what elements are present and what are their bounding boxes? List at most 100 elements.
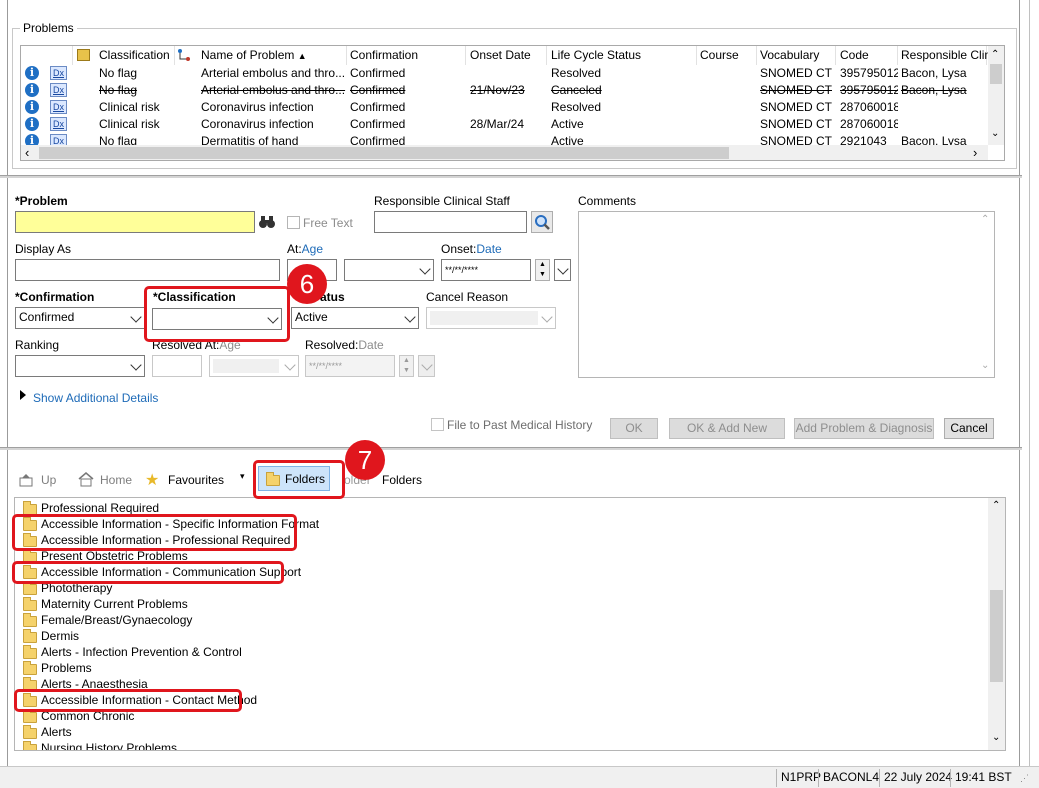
cell-confirmation: Confirmed: [350, 117, 406, 131]
add-problem-diagnosis-button[interactable]: Add Problem & Diagnosis: [794, 418, 934, 439]
problems-grid[interactable]: Classification Name of Problem ▲ Confirm…: [20, 45, 1005, 161]
dx-icon[interactable]: Dx: [50, 117, 67, 131]
up-button[interactable]: Up: [41, 473, 56, 487]
callout-6: 6: [287, 264, 327, 304]
folder-item-label: Problems: [41, 661, 92, 675]
folder-icon: [23, 645, 37, 659]
ranking-select[interactable]: [15, 355, 145, 377]
display-as-input[interactable]: [15, 259, 280, 281]
free-text-checkbox[interactable]: [287, 216, 300, 229]
onset-date-link[interactable]: Date: [476, 242, 501, 256]
outer-border: [1029, 0, 1030, 766]
col-course[interactable]: Course: [696, 46, 757, 65]
home-icon[interactable]: [77, 471, 95, 487]
onset-calendar-dropdown[interactable]: [554, 259, 571, 281]
star-icon[interactable]: ★: [145, 470, 159, 490]
folder-item[interactable]: Alerts - Infection Prevention & Control: [15, 645, 975, 661]
folders-label: Folders: [382, 473, 423, 487]
folder-scroll-up-icon[interactable]: ⌃: [992, 500, 1000, 511]
ok-add-new-button[interactable]: OK & Add New: [669, 418, 785, 439]
grid-hscroll-thumb[interactable]: [39, 147, 729, 159]
folder-item[interactable]: Maternity Current Problems: [15, 597, 975, 613]
folder-icon: [23, 629, 37, 643]
responsible-staff-input[interactable]: [374, 211, 527, 233]
folder-item[interactable]: Problems: [15, 661, 975, 677]
table-row[interactable]: i Dx Clinical risk Coronavirus infection Con…: [21, 116, 987, 133]
table-row[interactable]: i Dx No flag Arterial embolus and thro... Co…: [21, 82, 987, 99]
comments-scrollbar[interactable]: ⌃ ⌄: [978, 212, 994, 377]
col-onset-date[interactable]: Onset Date: [466, 46, 547, 65]
resolved-calendar-dropdown[interactable]: [418, 355, 435, 377]
grid-vscrollbar[interactable]: ⌃ ⌄: [988, 46, 1004, 145]
resolved-at-input[interactable]: [152, 355, 202, 377]
info-icon[interactable]: i: [25, 66, 39, 80]
folder-scroll-down-icon[interactable]: ⌄: [992, 732, 1000, 743]
at-age-link[interactable]: Age: [302, 242, 323, 256]
binoculars-icon[interactable]: [258, 213, 276, 231]
dx-icon[interactable]: Dx: [50, 100, 67, 114]
scroll-down-icon[interactable]: ⌄: [991, 128, 999, 139]
folder-icon: [23, 725, 37, 739]
folder-vscrollbar[interactable]: ⌃ ⌄: [988, 498, 1005, 750]
resolved-label: Resolved:Date: [305, 338, 384, 352]
col-vocabulary[interactable]: Vocabulary: [756, 46, 836, 65]
onset-spinner[interactable]: ▲ ▼: [535, 259, 550, 281]
resolved-spinner[interactable]: ▲ ▼: [399, 355, 414, 377]
ok-button[interactable]: OK: [610, 418, 658, 439]
cell-classification: Clinical risk: [99, 100, 160, 114]
col-code[interactable]: Code: [836, 46, 898, 65]
folder-item-label: Female/Breast/Gynaecology: [41, 613, 193, 627]
show-additional-details-link[interactable]: Show Additional Details: [33, 391, 158, 405]
col-responsible[interactable]: Responsible Clinic: [897, 46, 1000, 65]
expand-triangle-icon[interactable]: [20, 390, 26, 400]
folder-vscroll-thumb[interactable]: [990, 590, 1003, 682]
col-classification[interactable]: Classification: [95, 46, 175, 65]
folder-item[interactable]: Nursing History Problems: [15, 741, 975, 750]
favourites-dropdown-icon[interactable]: ▾: [240, 471, 245, 482]
splitter-bottom[interactable]: [0, 447, 1022, 450]
folder-item[interactable]: Female/Breast/Gynaecology: [15, 613, 975, 629]
home-button[interactable]: Home: [100, 473, 132, 487]
scroll-right-icon[interactable]: ›: [973, 145, 977, 160]
resolved-unit-select[interactable]: [209, 355, 299, 377]
resize-grip-icon[interactable]: ⋰: [1020, 773, 1032, 785]
resolved-date-link: Date: [358, 338, 384, 352]
file-past-history-checkbox[interactable]: [431, 418, 444, 431]
onset-date-input[interactable]: **/**/****: [441, 259, 531, 281]
problem-input[interactable]: [15, 211, 255, 233]
up-icon[interactable]: [18, 472, 36, 488]
status-select[interactable]: Active: [291, 307, 419, 329]
scroll-up-icon[interactable]: ⌃: [991, 49, 999, 60]
confirmation-select[interactable]: Confirmed: [15, 307, 145, 329]
cell-status: Resolved: [551, 66, 602, 80]
cell-vocab: SNOMED CT: [760, 66, 832, 80]
info-icon[interactable]: i: [25, 117, 39, 131]
grid-hscrollbar[interactable]: ‹ ›: [21, 145, 988, 160]
left-border-lower: [7, 450, 8, 766]
cell-onset: [466, 65, 547, 82]
cell-name: Arterial embolus and thro...: [201, 66, 346, 80]
col-life-cycle-status[interactable]: Life Cycle Status: [547, 46, 697, 65]
scroll-left-icon[interactable]: ‹: [25, 145, 29, 160]
info-icon[interactable]: i: [25, 100, 39, 114]
comments-textarea[interactable]: ⌃ ⌄: [578, 211, 995, 378]
resolved-date-input[interactable]: **/**/****: [305, 355, 395, 377]
cancel-reason-select[interactable]: [426, 307, 556, 329]
info-icon[interactable]: i: [25, 83, 39, 97]
search-staff-button[interactable]: [531, 211, 553, 233]
splitter-top[interactable]: [0, 175, 1022, 178]
table-row[interactable]: i Dx No flag Arterial embolus and thro... Co…: [21, 65, 987, 82]
folder-item[interactable]: Dermis: [15, 629, 975, 645]
table-row[interactable]: i Dx Clinical risk Coronavirus infection Con…: [21, 99, 987, 116]
cancel-button[interactable]: Cancel: [944, 418, 994, 439]
cell-onset: 28/Mar/24: [470, 117, 525, 131]
grid-vscroll-thumb[interactable]: [990, 64, 1002, 84]
folder-item[interactable]: Alerts: [15, 725, 975, 741]
col-confirmation[interactable]: Confirmation: [346, 46, 466, 65]
col-name-of-problem[interactable]: Name of Problem ▲: [197, 46, 347, 65]
dx-icon[interactable]: Dx: [50, 66, 67, 80]
dx-icon[interactable]: Dx: [50, 83, 67, 97]
at-unit-select[interactable]: [344, 259, 434, 281]
favourites-button[interactable]: Favourites: [168, 473, 224, 487]
cell-name: Coronavirus infection: [201, 117, 314, 131]
